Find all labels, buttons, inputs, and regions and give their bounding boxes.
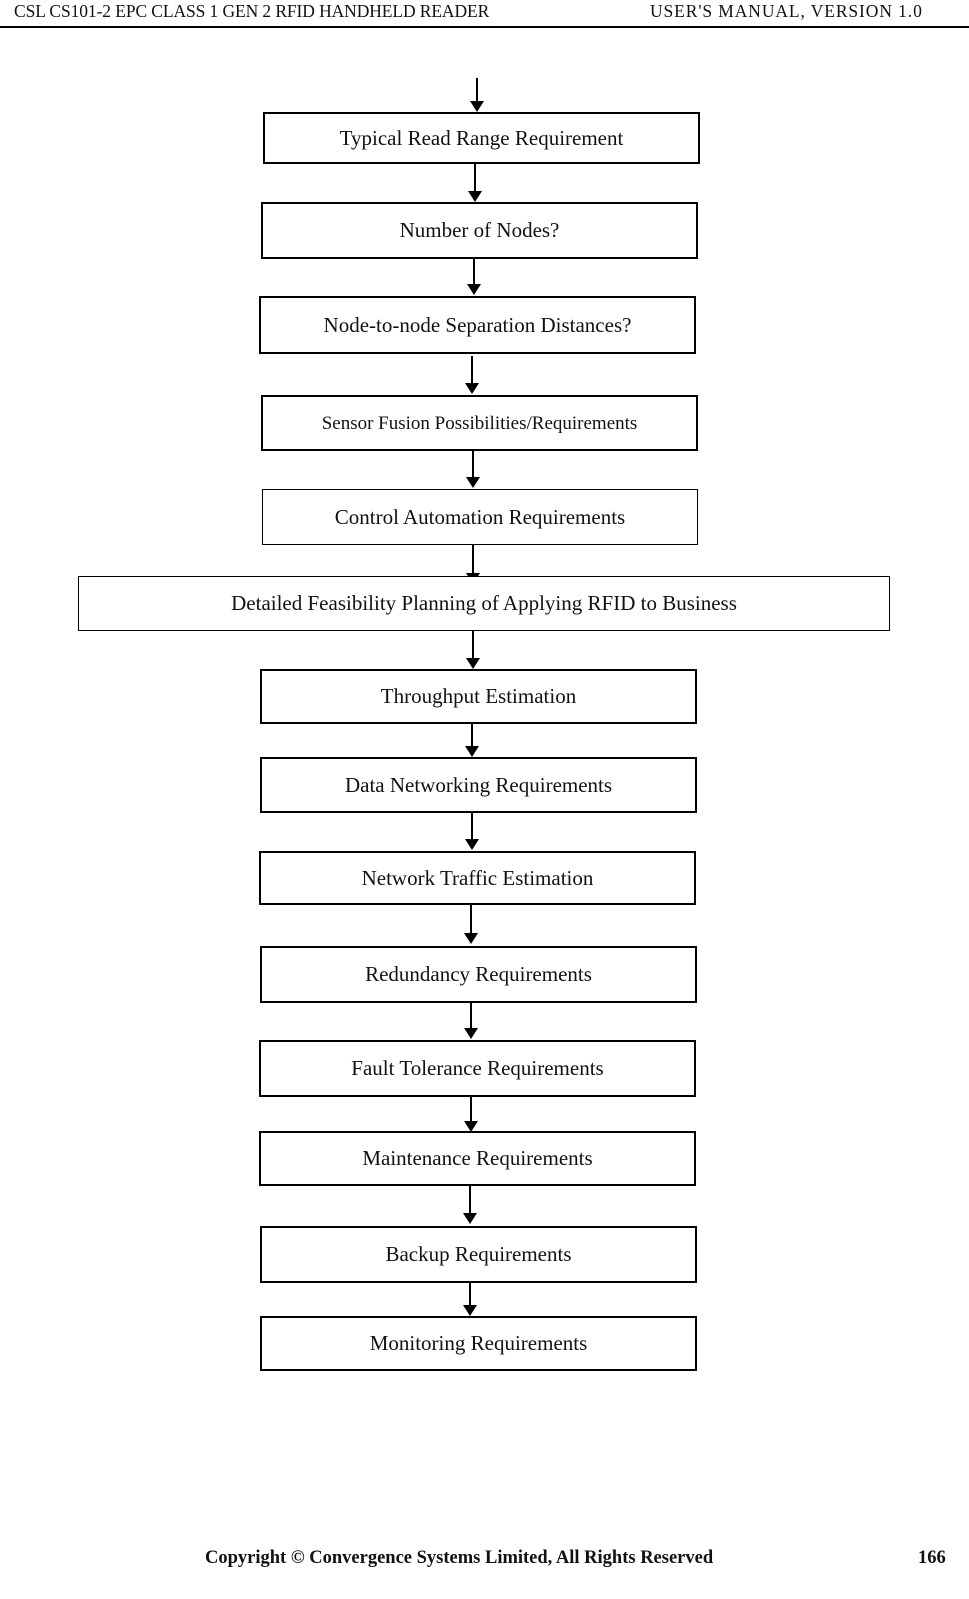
footer-page-number: 166 xyxy=(918,1548,946,1568)
flow-node-sensor-fusion-possibilities-requirements[interactable]: Sensor Fusion Possibilities/Requirements xyxy=(261,395,698,451)
flow-node-label: Number of Nodes? xyxy=(399,218,560,242)
flow-arrow-7 xyxy=(463,724,481,757)
flow-arrow-10 xyxy=(462,1003,480,1039)
flow-node-label: Sensor Fusion Possibilities/Requirements xyxy=(321,412,638,434)
flow-node-maintenance-requirements[interactable]: Maintenance Requirements xyxy=(259,1131,696,1186)
flow-node-fault-tolerance-requirements[interactable]: Fault Tolerance Requirements xyxy=(259,1040,696,1097)
flow-node-label: Backup Requirements xyxy=(385,1242,572,1266)
flow-node-backup-requirements[interactable]: Backup Requirements xyxy=(260,1226,697,1283)
flow-node-label: Fault Tolerance Requirements xyxy=(351,1056,604,1080)
flow-arrow-8 xyxy=(463,813,481,850)
flow-node-label: Typical Read Range Requirement xyxy=(339,125,624,150)
flow-node-redundancy-requirements[interactable]: Redundancy Requirements xyxy=(260,946,697,1003)
flow-node-label: Data Networking Requirements xyxy=(344,772,613,797)
flow-arrow-9 xyxy=(462,905,480,944)
flow-node-label: Redundancy Requirements xyxy=(365,962,592,986)
flow-node-label: Node-to-node Separation Distances? xyxy=(323,312,632,337)
flow-arrow-0 xyxy=(468,78,486,112)
flow-arrow-2 xyxy=(465,259,483,295)
flow-arrow-1 xyxy=(466,164,484,202)
flow-node-detailed-feasibility-planning[interactable]: Detailed Feasibility Planning of Applyin… xyxy=(78,576,890,631)
requirements-flowchart: Typical Read Range Requirement Number of… xyxy=(0,0,969,1420)
flow-arrow-11 xyxy=(462,1097,480,1132)
footer-copyright: Copyright © Convergence Systems Limited,… xyxy=(205,1548,714,1568)
flow-node-typical-read-range-requirement[interactable]: Typical Read Range Requirement xyxy=(263,112,700,164)
flow-arrow-6 xyxy=(464,631,482,669)
flow-node-throughput-estimation[interactable]: Throughput Estimation xyxy=(260,669,697,724)
flow-node-number-of-nodes[interactable]: Number of Nodes? xyxy=(261,202,698,259)
flow-arrow-4 xyxy=(464,451,482,488)
flow-node-label: Control Automation Requirements xyxy=(334,504,626,529)
flow-node-label: Detailed Feasibility Planning of Applyin… xyxy=(231,591,737,615)
flow-arrow-3 xyxy=(463,356,481,394)
flow-node-node-to-node-separation-distances[interactable]: Node-to-node Separation Distances? xyxy=(259,296,696,354)
flow-node-label: Maintenance Requirements xyxy=(362,1146,593,1170)
flow-node-label: Monitoring Requirements xyxy=(369,1331,588,1355)
page-footer: Copyright © Convergence Systems Limited,… xyxy=(0,1548,969,1588)
flow-arrow-12 xyxy=(461,1186,479,1224)
flow-node-data-networking-requirements[interactable]: Data Networking Requirements xyxy=(260,757,697,813)
flow-node-monitoring-requirements[interactable]: Monitoring Requirements xyxy=(260,1316,697,1371)
flow-node-label: Throughput Estimation xyxy=(380,684,577,708)
flow-arrow-13 xyxy=(461,1283,479,1316)
flow-node-label: Network Traffic Estimation xyxy=(361,865,594,890)
flow-node-control-automation-requirements[interactable]: Control Automation Requirements xyxy=(262,489,698,545)
flow-node-network-traffic-estimation[interactable]: Network Traffic Estimation xyxy=(259,851,696,905)
